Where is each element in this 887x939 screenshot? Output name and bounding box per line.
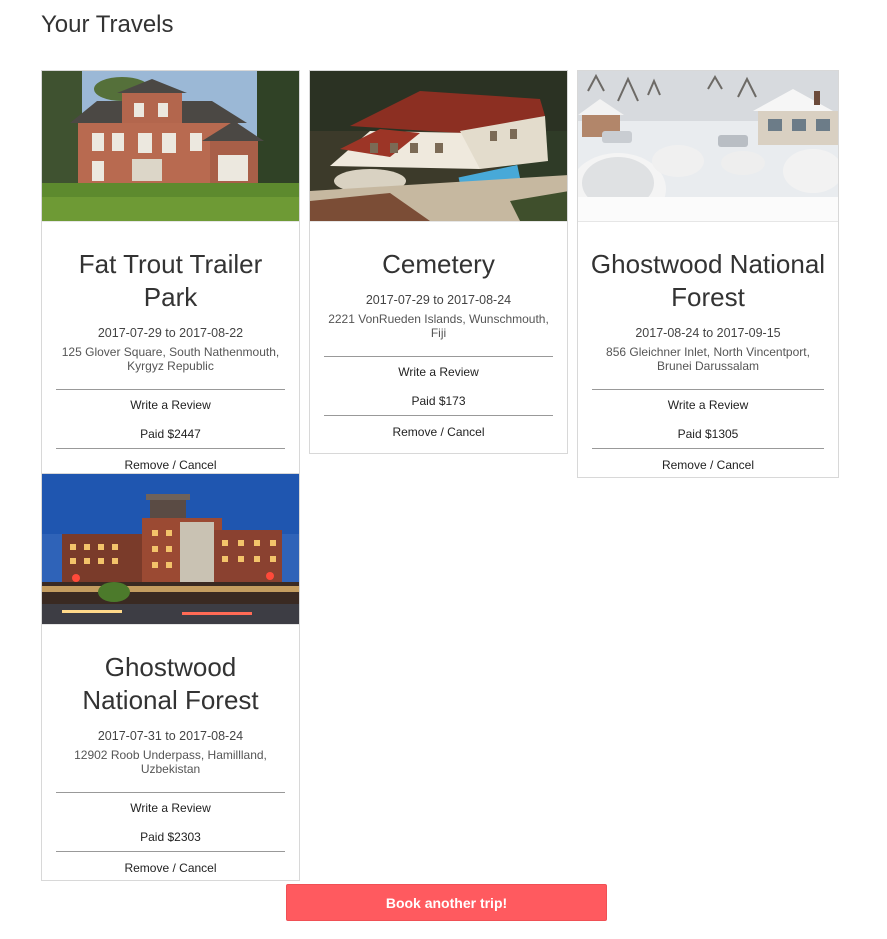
trip-name: Ghostwood National Forest	[82, 652, 259, 715]
trip-card: Ghostwood National Forest 2017-08-24 to …	[577, 70, 839, 478]
trip-photo-apartment-building	[42, 474, 299, 625]
paid-amount: Paid $173	[411, 394, 466, 408]
trip-dates: 2017-07-31 to 2017-08-24	[97, 729, 244, 743]
paid-amount: Paid $2303	[140, 830, 201, 844]
trip-card: Ghostwood National Forest 2017-07-31 to …	[41, 473, 300, 881]
trip-name: Ghostwood National Forest	[590, 249, 826, 312]
write-review-link[interactable]: Write a Review	[578, 390, 838, 419]
trip-name: Cemetery	[382, 249, 495, 279]
write-review-link[interactable]: Write a Review	[42, 793, 299, 822]
trip-dates: 2017-08-24 to 2017-09-15	[635, 326, 781, 340]
trip-address: 2221 VonRueden Islands, Wunschmouth, Fij…	[328, 312, 549, 340]
trip-address: 856 Gleichner Inlet, North Vincentport, …	[606, 345, 810, 373]
trip-photo-snowy-street	[578, 71, 838, 222]
book-another-trip-button[interactable]: Book another trip!	[286, 884, 607, 921]
trip-dates: 2017-07-29 to 2017-08-24	[365, 293, 512, 307]
write-review-link[interactable]: Write a Review	[310, 357, 567, 386]
remove-cancel-link[interactable]: Remove / Cancel	[42, 852, 299, 880]
trip-photo-brick-house	[42, 71, 299, 222]
remove-cancel-link[interactable]: Remove / Cancel	[310, 416, 567, 453]
paid-amount: Paid $1305	[677, 427, 739, 441]
trip-name: Fat Trout Trailer Park	[78, 249, 263, 312]
trip-card: Cemetery 2017-07-29 to 2017-08-24 2221 V…	[309, 70, 568, 454]
page-title: Your Travels	[41, 11, 174, 38]
trip-address: 12902 Roob Underpass, Hamillland, Uzbeki…	[74, 748, 267, 776]
trip-card: Fat Trout Trailer Park 2017-07-29 to 201…	[41, 70, 300, 478]
remove-cancel-link[interactable]: Remove / Cancel	[578, 449, 838, 477]
write-review-link[interactable]: Write a Review	[42, 390, 299, 419]
trip-address: 125 Glover Square, South Nathenmouth, Ky…	[61, 345, 280, 373]
paid-amount: Paid $2447	[140, 427, 201, 441]
trip-dates: 2017-07-29 to 2017-08-22	[97, 326, 244, 340]
trip-photo-villa	[310, 71, 567, 222]
